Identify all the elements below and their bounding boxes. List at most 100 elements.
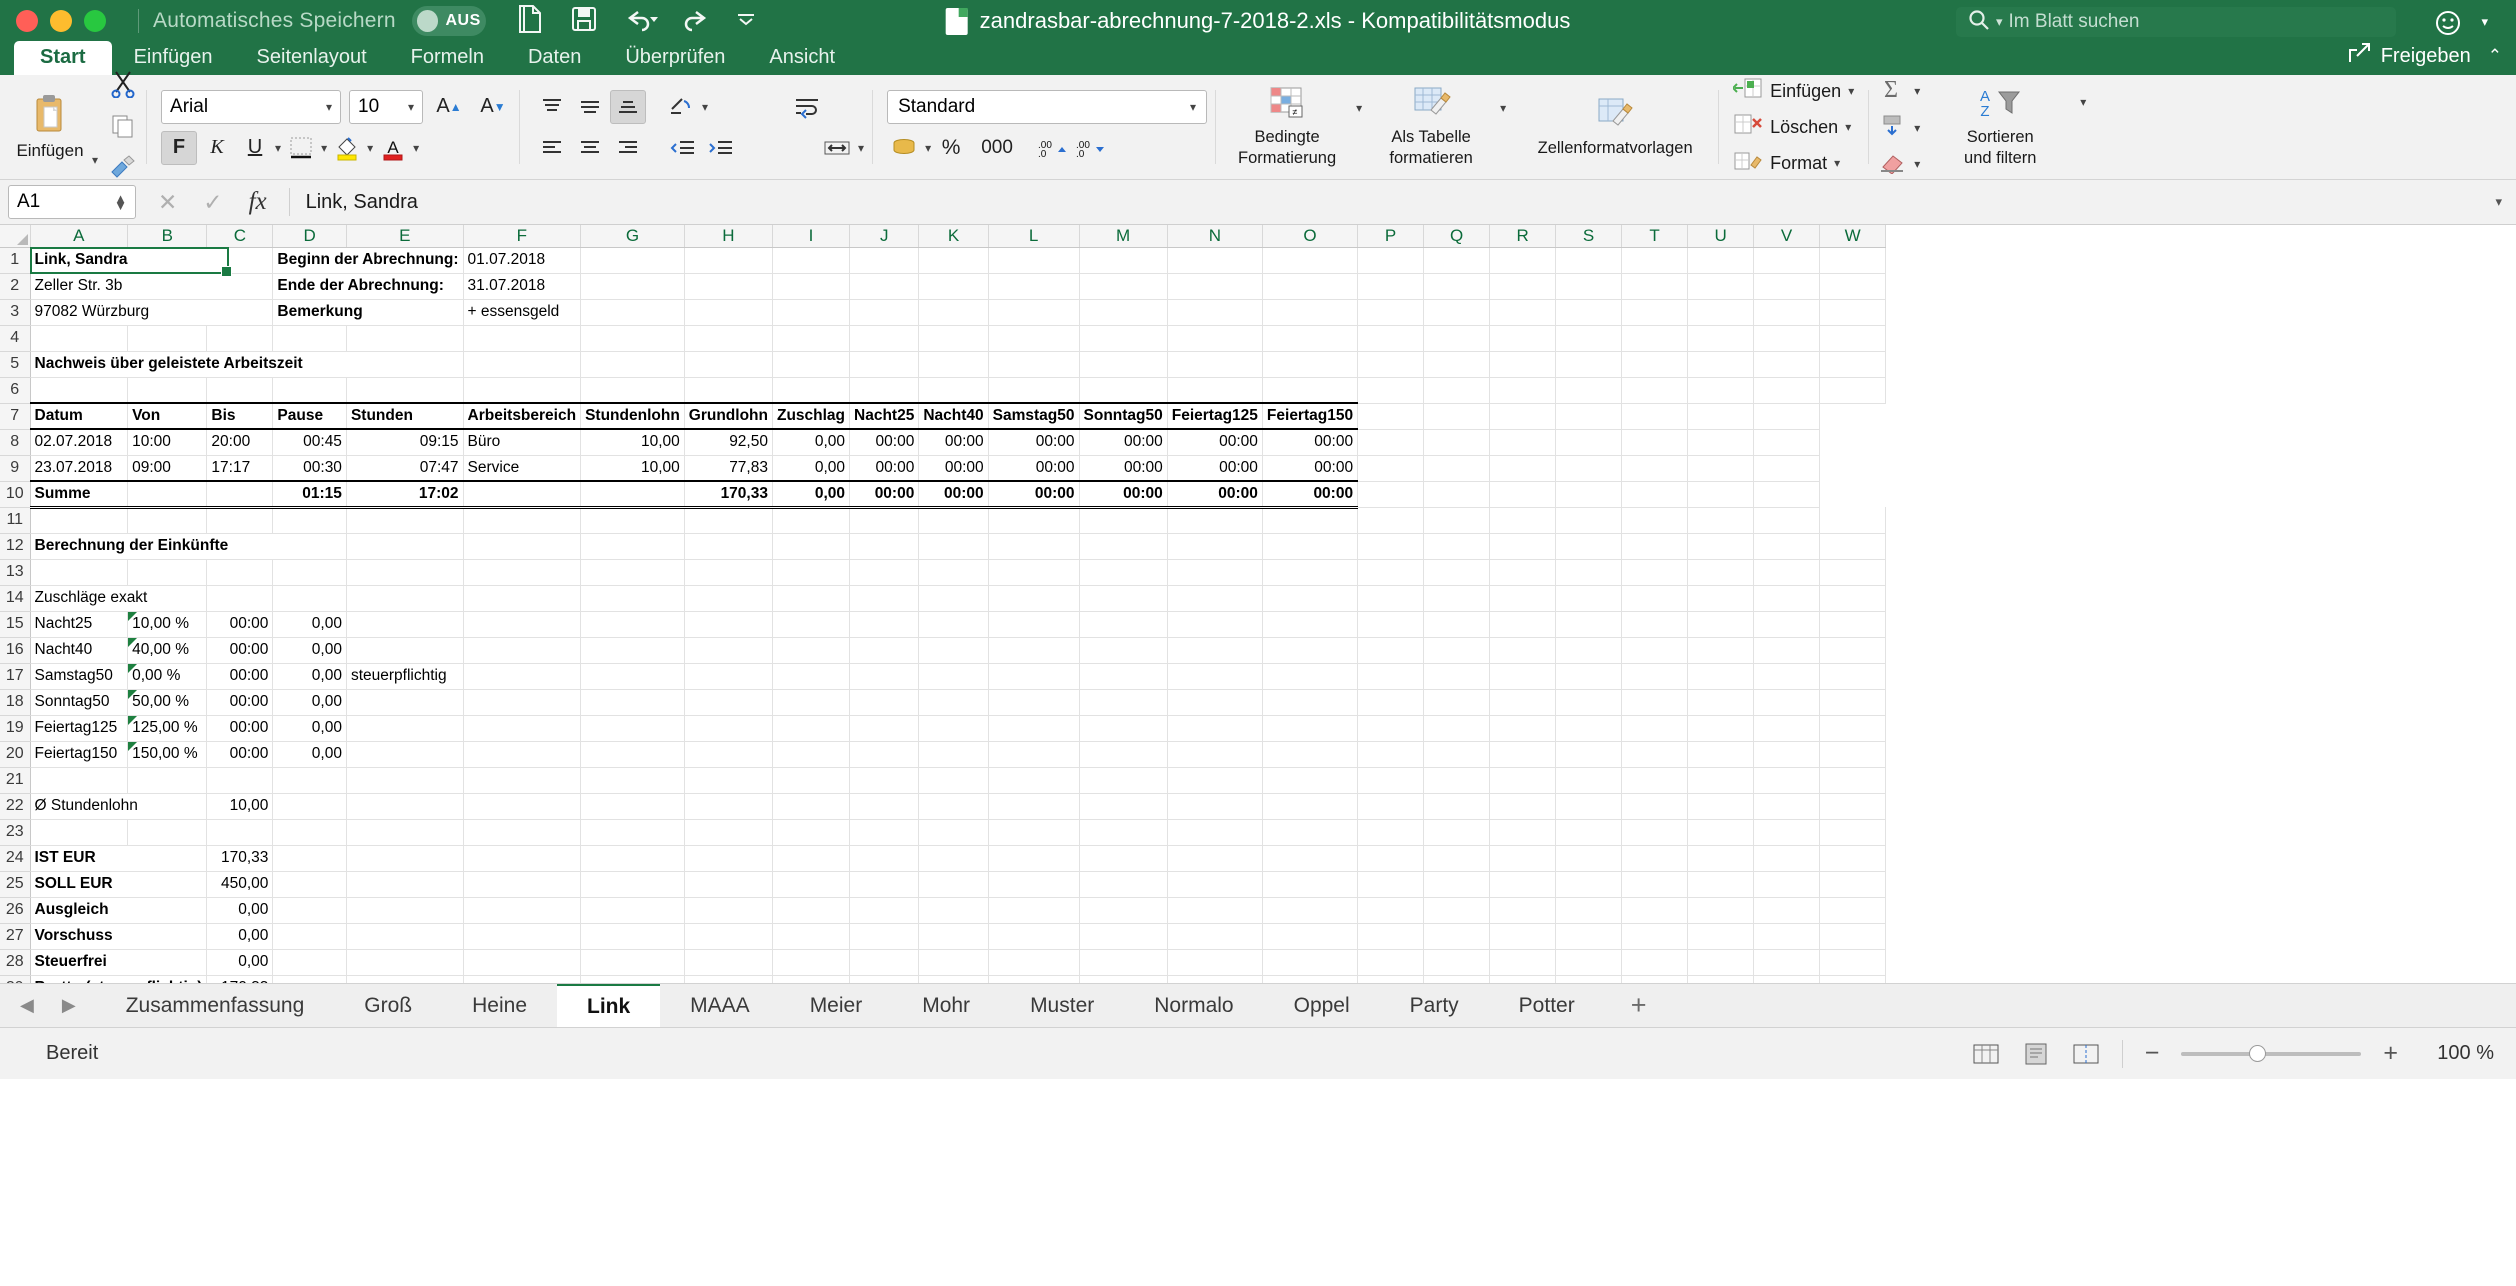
cell-M4[interactable] bbox=[1079, 325, 1168, 352]
cell-N13[interactable] bbox=[1167, 559, 1263, 586]
cell-O12[interactable] bbox=[1262, 533, 1359, 560]
borders-button[interactable] bbox=[283, 131, 319, 165]
column-header-R[interactable]: R bbox=[1489, 225, 1557, 248]
cell-styles-button[interactable]: Zellenformatvorlagen bbox=[1520, 97, 1710, 158]
cell-V25[interactable] bbox=[1753, 871, 1821, 898]
cell-V15[interactable] bbox=[1753, 611, 1821, 638]
ribbon-collapse-chevron-icon[interactable]: ⌃ bbox=[2488, 46, 2502, 66]
save-icon[interactable] bbox=[570, 5, 598, 38]
percent-format-button[interactable]: % bbox=[933, 131, 969, 165]
cell-U5[interactable] bbox=[1687, 351, 1755, 378]
cell-T18[interactable] bbox=[1621, 689, 1689, 716]
cell-C21[interactable] bbox=[206, 767, 274, 794]
column-header-D[interactable]: D bbox=[272, 225, 347, 248]
cell-U6[interactable] bbox=[1687, 377, 1755, 404]
cell-G17[interactable] bbox=[580, 663, 685, 690]
cell-G26[interactable] bbox=[580, 897, 685, 924]
cell-L28[interactable] bbox=[988, 949, 1080, 976]
cell-R9[interactable] bbox=[1423, 455, 1491, 482]
cell-T22[interactable] bbox=[1621, 793, 1689, 820]
cell-O11[interactable] bbox=[1262, 507, 1359, 534]
decrease-font-size-button[interactable]: A ▼ bbox=[475, 90, 511, 124]
cell-A11[interactable] bbox=[30, 507, 129, 534]
cell-Q4[interactable] bbox=[1423, 325, 1491, 352]
cell-U24[interactable] bbox=[1687, 845, 1755, 872]
format-painter-icon[interactable] bbox=[108, 154, 138, 185]
cell-D4[interactable] bbox=[272, 325, 347, 352]
customize-toolbar-chevron-icon[interactable] bbox=[736, 12, 756, 31]
cell-O6[interactable] bbox=[1262, 377, 1359, 404]
cell-U17[interactable] bbox=[1687, 663, 1755, 690]
cell-L5[interactable] bbox=[988, 351, 1080, 378]
cell-V20[interactable] bbox=[1753, 741, 1821, 768]
cell-S24[interactable] bbox=[1555, 845, 1623, 872]
cell-T3[interactable] bbox=[1621, 299, 1689, 326]
cell-Q23[interactable] bbox=[1423, 819, 1491, 846]
wt-r0-samstag50[interactable]: 00:00 bbox=[988, 429, 1080, 456]
cell-S1[interactable] bbox=[1555, 247, 1623, 274]
cell-H17[interactable] bbox=[684, 663, 773, 690]
column-header-J[interactable]: J bbox=[849, 225, 920, 248]
sheet-tab-muster[interactable]: Muster bbox=[1000, 984, 1124, 1028]
row-header-21[interactable]: 21 bbox=[0, 767, 31, 794]
column-header-Q[interactable]: Q bbox=[1423, 225, 1491, 248]
font-color-chevron-down-icon[interactable]: ▾ bbox=[413, 141, 419, 155]
cell-T15[interactable] bbox=[1621, 611, 1689, 638]
cell-T1[interactable] bbox=[1621, 247, 1689, 274]
align-left-button[interactable] bbox=[534, 131, 570, 165]
font-name-chevron-down-icon[interactable]: ▾ bbox=[326, 100, 332, 114]
cell-E14[interactable] bbox=[346, 585, 464, 612]
cell-J2[interactable] bbox=[849, 273, 920, 300]
cell-T14[interactable] bbox=[1621, 585, 1689, 612]
tab-ansicht[interactable]: Ansicht bbox=[747, 41, 857, 75]
wt-summary-pause[interactable]: 01:15 bbox=[272, 480, 347, 509]
column-header-L[interactable]: L bbox=[988, 225, 1080, 248]
wt-summary-nacht40[interactable]: 00:00 bbox=[918, 480, 989, 509]
row-header-18[interactable]: 18 bbox=[0, 689, 31, 716]
cell-Q3[interactable] bbox=[1423, 299, 1491, 326]
cell-K12[interactable] bbox=[918, 533, 989, 560]
font-name-input[interactable]: Arial ▾ bbox=[161, 89, 342, 124]
decrease-indent-button[interactable] bbox=[664, 131, 700, 165]
cell-F12[interactable] bbox=[463, 533, 582, 560]
cell-R13[interactable] bbox=[1489, 559, 1557, 586]
cell-S10[interactable] bbox=[1489, 481, 1557, 508]
cell-P26[interactable] bbox=[1357, 897, 1425, 924]
cell-H21[interactable] bbox=[684, 767, 773, 794]
increase-font-size-button[interactable]: A ▲ bbox=[431, 90, 467, 124]
cell-G12[interactable] bbox=[580, 533, 685, 560]
wt-r1-stunden[interactable]: 07:47 bbox=[346, 455, 464, 482]
cell-N26[interactable] bbox=[1167, 897, 1263, 924]
wt-r0-nacht40[interactable]: 00:00 bbox=[918, 429, 989, 456]
cell-W21[interactable] bbox=[1819, 767, 1887, 794]
cell-K5[interactable] bbox=[918, 351, 989, 378]
cell-J21[interactable] bbox=[849, 767, 920, 794]
total-3-label[interactable]: Vorschuss bbox=[30, 923, 208, 950]
cell-F18[interactable] bbox=[463, 689, 582, 716]
cell-J16[interactable] bbox=[849, 637, 920, 664]
row-header-15[interactable]: 15 bbox=[0, 611, 31, 638]
cell-N27[interactable] bbox=[1167, 923, 1263, 950]
wt-summary-stundenlohn[interactable] bbox=[580, 480, 685, 509]
cell-H5[interactable] bbox=[684, 351, 773, 378]
cell-V26[interactable] bbox=[1753, 897, 1821, 924]
cell-I2[interactable] bbox=[772, 273, 851, 300]
cell-L24[interactable] bbox=[988, 845, 1080, 872]
currency-chevron-down-icon[interactable]: ▾ bbox=[925, 141, 931, 155]
borders-chevron-down-icon[interactable]: ▾ bbox=[321, 141, 327, 155]
cell-W17[interactable] bbox=[1819, 663, 1887, 690]
cell-N25[interactable] bbox=[1167, 871, 1263, 898]
cell-H4[interactable] bbox=[684, 325, 773, 352]
wt-r0-von[interactable]: 10:00 bbox=[127, 429, 208, 456]
wt-header-von[interactable]: Von bbox=[127, 402, 208, 430]
surcharge-3-hours[interactable]: 00:00 bbox=[206, 689, 274, 716]
autosum-button[interactable]: Σ ▾ bbox=[1879, 76, 1920, 107]
feedback-smiley-icon[interactable] bbox=[2434, 8, 2464, 43]
surcharge-2-name[interactable]: Samstag50 bbox=[30, 663, 129, 690]
cell-H23[interactable] bbox=[684, 819, 773, 846]
cell-M3[interactable] bbox=[1079, 299, 1168, 326]
cell-P11[interactable] bbox=[1357, 507, 1425, 534]
cell-R20[interactable] bbox=[1489, 741, 1557, 768]
cell-I21[interactable] bbox=[772, 767, 851, 794]
wt-summary-nacht25[interactable]: 00:00 bbox=[849, 480, 920, 509]
